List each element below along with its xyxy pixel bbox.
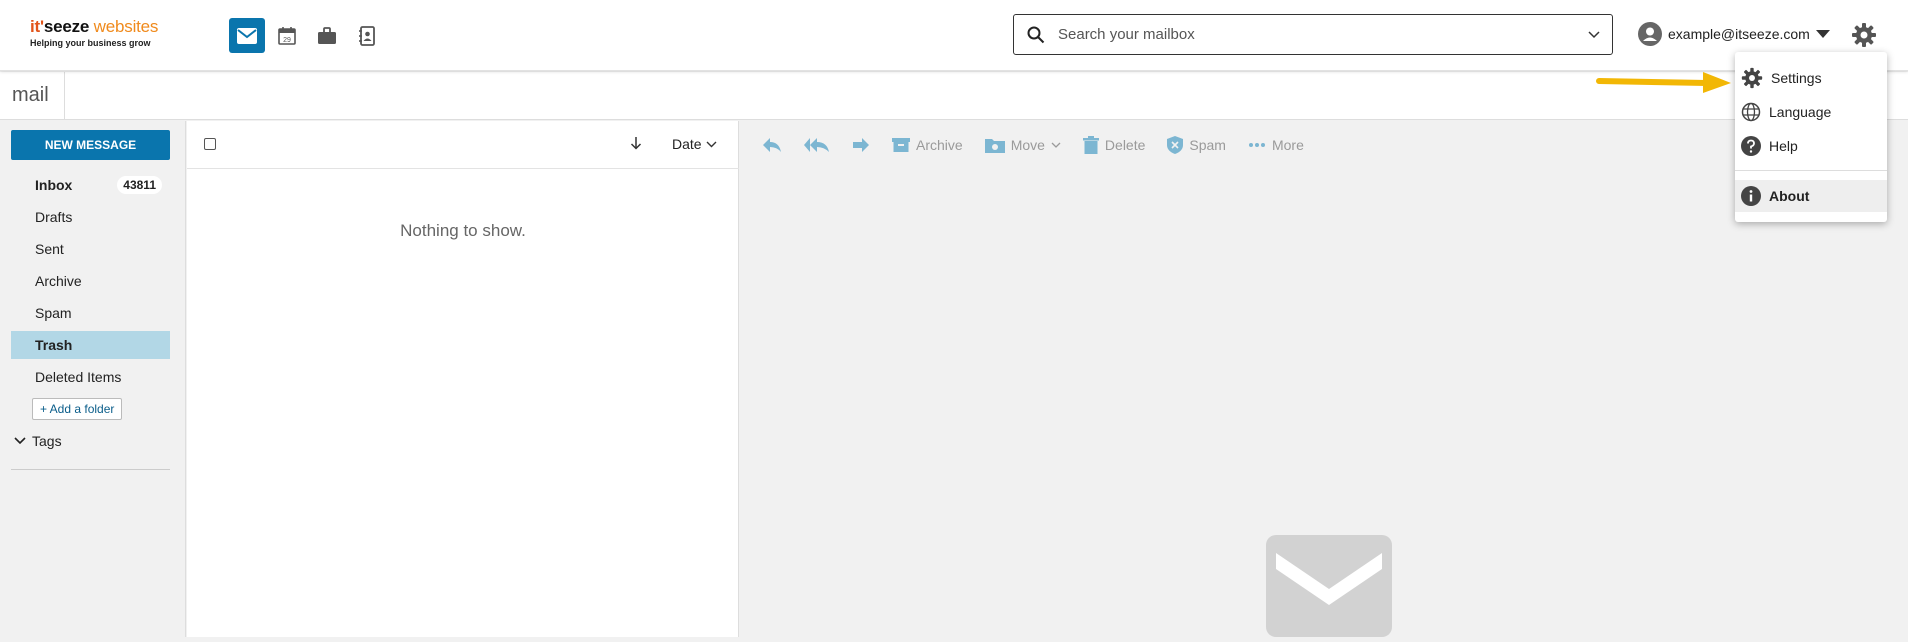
sort-direction-button[interactable] <box>630 136 642 155</box>
chevron-down-icon <box>1051 142 1061 148</box>
add-folder-button[interactable]: + Add a folder <box>32 398 123 420</box>
help-circle-icon <box>1741 136 1761 156</box>
unread-count-badge: 43811 <box>117 176 162 194</box>
tags-section-toggle[interactable]: Tags <box>14 433 62 449</box>
menu-item-settings[interactable]: Settings <box>1735 62 1887 94</box>
reply-icon <box>763 138 781 152</box>
brand-logo[interactable]: it'seeze websites Helping your business … <box>30 17 170 48</box>
app-switcher: 29 <box>229 18 385 53</box>
chevron-down-icon <box>706 141 717 147</box>
sidebar-item-trash[interactable]: Trash <box>11 331 170 359</box>
new-message-button[interactable]: NEW MESSAGE <box>11 130 170 160</box>
arrow-down-icon <box>630 137 642 150</box>
reply-button[interactable] <box>762 137 782 153</box>
menu-item-label: Settings <box>1771 70 1822 86</box>
folder-sidebar: NEW MESSAGE Inbox 43811 Drafts Sent Arch… <box>0 121 186 637</box>
mail-app-button[interactable] <box>229 18 265 53</box>
annotation-arrow-icon <box>1596 72 1731 93</box>
gear-icon <box>1852 23 1876 47</box>
archive-label: Archive <box>916 137 963 153</box>
list-header: Date <box>187 121 739 169</box>
menu-item-label: Language <box>1769 104 1832 120</box>
folder-move-icon <box>984 139 1005 153</box>
logo-text-2: seeze <box>43 17 90 36</box>
user-avatar-icon <box>1638 22 1662 46</box>
sidebar-item-inbox[interactable]: Inbox 43811 <box>11 171 170 199</box>
move-label: Move <box>1010 137 1045 153</box>
sidebar-item-spam[interactable]: Spam <box>11 299 170 327</box>
folder-label: Archive <box>35 273 82 289</box>
folder-label: Deleted Items <box>35 369 122 385</box>
info-icon <box>1741 186 1761 206</box>
logo-tagline: Helping your business grow <box>30 38 151 48</box>
account-email: example@itseeze.com <box>1668 26 1810 42</box>
top-header: it'seeze websites Helping your business … <box>0 0 1908 71</box>
empty-list-message: Nothing to show. <box>400 221 526 240</box>
chevron-down-icon <box>14 437 26 445</box>
forward-button[interactable] <box>852 137 870 153</box>
logo-text-3: websites <box>89 17 159 36</box>
search-options-chevron-icon[interactable] <box>1576 30 1612 39</box>
folder-label: Trash <box>35 337 73 353</box>
more-dots-icon <box>1248 143 1265 147</box>
envelope-placeholder-icon <box>1266 535 1392 642</box>
more-button[interactable]: More <box>1248 137 1304 153</box>
folder-label: Inbox <box>35 177 73 193</box>
logo-text-1: it' <box>30 17 44 36</box>
search-input[interactable] <box>1058 26 1576 43</box>
menu-item-label: Help <box>1769 138 1798 154</box>
archive-icon <box>892 138 910 152</box>
delete-label: Delete <box>1104 137 1146 153</box>
contacts-icon <box>359 25 375 46</box>
settings-gear-button[interactable] <box>1851 22 1877 53</box>
sidebar-item-archive[interactable]: Archive <box>11 267 170 295</box>
search-bar[interactable] <box>1013 14 1613 55</box>
mail-icon <box>237 27 257 44</box>
sidebar-divider <box>11 469 170 470</box>
globe-icon <box>1741 102 1761 122</box>
contacts-app-button[interactable] <box>349 18 385 53</box>
settings-dropdown-menu: Settings Language Help About <box>1735 52 1887 222</box>
menu-item-about[interactable]: About <box>1735 180 1887 212</box>
shield-icon <box>1167 136 1184 154</box>
spam-button[interactable]: Spam <box>1167 136 1226 154</box>
app-title: mail <box>0 72 65 119</box>
spam-label: Spam <box>1189 137 1226 153</box>
sort-label: Date <box>672 136 702 152</box>
folder-label: Spam <box>35 305 72 321</box>
tags-label: Tags <box>32 433 62 449</box>
sidebar-item-sent[interactable]: Sent <box>11 235 170 263</box>
menu-item-help[interactable]: Help <box>1735 130 1887 162</box>
reading-pane: Archive Move Delete Spam More <box>740 121 1908 637</box>
archive-button[interactable]: Archive <box>892 137 963 153</box>
message-list: Date Nothing to show. <box>187 121 739 637</box>
menu-divider <box>1735 170 1887 171</box>
sort-by-dropdown[interactable]: Date <box>672 136 717 152</box>
menu-item-label: About <box>1769 188 1810 204</box>
move-button[interactable]: Move <box>984 137 1061 153</box>
sidebar-item-drafts[interactable]: Drafts <box>11 203 170 231</box>
trash-icon <box>1082 136 1099 154</box>
menu-item-language[interactable]: Language <box>1735 96 1887 128</box>
reply-all-icon <box>804 138 829 152</box>
account-menu[interactable]: example@itseeze.com <box>1638 22 1830 46</box>
forward-icon <box>853 138 869 152</box>
search-icon[interactable] <box>1014 26 1058 44</box>
briefcase-icon <box>318 26 336 44</box>
gear-icon <box>1741 67 1763 89</box>
delete-button[interactable]: Delete <box>1082 136 1146 154</box>
select-all-checkbox[interactable] <box>204 138 216 150</box>
sidebar-item-deleted-items[interactable]: Deleted Items <box>11 363 170 391</box>
caret-down-icon <box>1815 30 1830 38</box>
calendar-icon: 29 <box>278 26 296 45</box>
message-toolbar: Archive Move Delete Spam More <box>740 121 1326 169</box>
svg-text:29: 29 <box>283 37 291 44</box>
calendar-app-button[interactable]: 29 <box>269 18 305 53</box>
reply-all-button[interactable] <box>804 137 830 153</box>
folder-label: Sent <box>35 241 64 257</box>
tasks-app-button[interactable] <box>309 18 345 53</box>
more-label: More <box>1271 137 1304 153</box>
folder-label: Drafts <box>35 209 73 225</box>
